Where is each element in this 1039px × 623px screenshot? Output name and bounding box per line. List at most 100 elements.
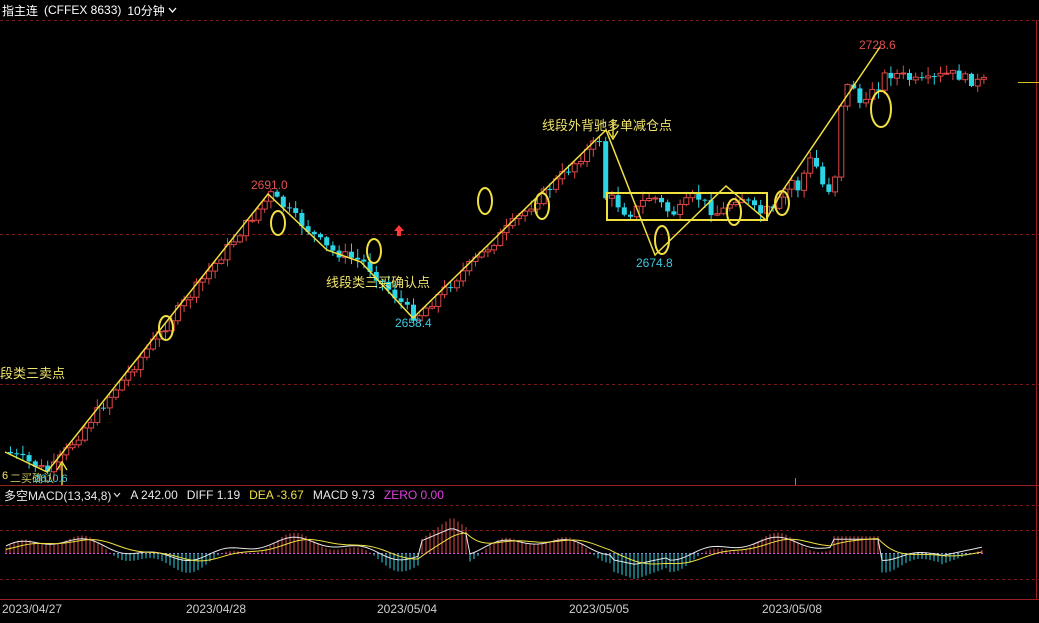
- candle-body: [974, 78, 981, 87]
- candle-body: [125, 371, 132, 381]
- candle-body: [404, 301, 410, 305]
- date-label: 2023/05/08: [762, 602, 823, 616]
- candle-body: [696, 193, 702, 200]
- candle-body: [949, 70, 956, 74]
- price-label-low: 2610.6: [34, 473, 68, 485]
- candle-body: [137, 356, 144, 371]
- candle-body: [603, 141, 609, 199]
- candle-body: [249, 219, 256, 222]
- candle-body: [187, 296, 194, 301]
- candle-body: [639, 200, 646, 207]
- candle-body: [119, 379, 126, 391]
- candle-body: [814, 157, 819, 167]
- candle-body: [547, 188, 553, 190]
- candle-body: [38, 465, 45, 468]
- price-label-low: 2658.4: [395, 316, 432, 330]
- candle-body: [293, 208, 299, 214]
- candle-body: [26, 455, 32, 462]
- price-label-side: 6: [2, 470, 9, 482]
- candle-body: [287, 207, 292, 209]
- candle-body: [81, 427, 88, 441]
- candle-body: [453, 280, 460, 289]
- candlestick-chart[interactable]: [0, 0, 1039, 623]
- indicator-diff-value: DIFF 1.19: [186, 488, 241, 502]
- candle-body: [646, 198, 653, 202]
- candle-body: [14, 453, 20, 455]
- candle-body: [832, 176, 839, 193]
- candle-body: [69, 444, 76, 449]
- candle-body: [324, 237, 330, 246]
- candle-body: [621, 207, 627, 215]
- candle-body: [919, 77, 925, 79]
- candle-body: [20, 453, 26, 456]
- candle-body: [528, 208, 535, 212]
- candle-body: [665, 202, 671, 212]
- price-label-low: 2674.8: [636, 256, 673, 270]
- candle-body: [826, 184, 832, 192]
- candle-body: [236, 235, 243, 243]
- indicator-selector[interactable]: 多空MACD(13,34,8): [4, 487, 121, 504]
- candle-body: [566, 171, 571, 173]
- candle-body: [361, 259, 367, 262]
- candle-body: [101, 407, 106, 409]
- candle-body: [628, 214, 633, 217]
- candle-body: [355, 257, 361, 260]
- date-label: 2023/05/05: [569, 602, 630, 616]
- candle-body: [801, 172, 808, 191]
- candle-body: [671, 211, 677, 215]
- candle-body: [330, 245, 336, 251]
- candle-body: [88, 421, 95, 429]
- candle-body: [894, 73, 901, 79]
- candle-body: [162, 330, 169, 333]
- candle-body: [980, 76, 987, 80]
- indicator-dea-value: DEA -3.67: [249, 488, 304, 502]
- candle-body: [820, 166, 826, 185]
- candle-body: [429, 305, 436, 309]
- annotation-left-cut: 段类三卖点: [0, 366, 66, 381]
- candle-body: [205, 270, 212, 280]
- candle-body: [218, 259, 225, 264]
- candle-body: [460, 270, 467, 282]
- candle-body: [937, 72, 944, 77]
- date-label: 2023/05/04: [377, 602, 438, 616]
- candle-body: [962, 73, 969, 81]
- macd-histogram: [5, 518, 983, 580]
- date-label: 2023/04/27: [2, 602, 63, 616]
- candle-body: [75, 439, 82, 446]
- price-label-high: 2691.0: [251, 178, 288, 192]
- candle-body: [261, 200, 268, 210]
- candle-body: [274, 191, 280, 197]
- candle-body: [714, 213, 721, 216]
- candle-body: [956, 70, 962, 80]
- candle-body: [788, 179, 795, 190]
- candle-body: [230, 241, 237, 246]
- date-label: 2023/04/28: [186, 602, 247, 616]
- candle-body: [689, 192, 696, 199]
- candle-body: [925, 75, 932, 79]
- candle-body: [491, 244, 498, 251]
- candle-body: [863, 98, 870, 104]
- ellipse-marker: [654, 225, 670, 255]
- candle-body: [608, 194, 615, 199]
- candle-body: [912, 76, 919, 81]
- candle-body: [881, 72, 888, 91]
- indicator-a-value: A 242.00: [130, 488, 178, 502]
- candle-body: [597, 141, 602, 143]
- candle-body: [745, 199, 751, 201]
- ellipse-marker: [477, 187, 493, 215]
- segment-zigzag-line: [4, 46, 881, 473]
- candle-body: [522, 210, 529, 217]
- candle-body: [435, 294, 442, 307]
- candle-body: [795, 180, 801, 191]
- candle-body: [677, 203, 684, 216]
- candle-body: [318, 234, 323, 238]
- candle-body: [577, 161, 584, 165]
- candle-body: [838, 105, 845, 178]
- candle-body: [652, 197, 659, 200]
- candle-body: [807, 157, 814, 174]
- candle-body: [448, 287, 454, 289]
- candle-body: [112, 389, 119, 398]
- candle-body: [131, 369, 138, 373]
- candle-body: [571, 163, 578, 173]
- candle-body: [752, 200, 757, 206]
